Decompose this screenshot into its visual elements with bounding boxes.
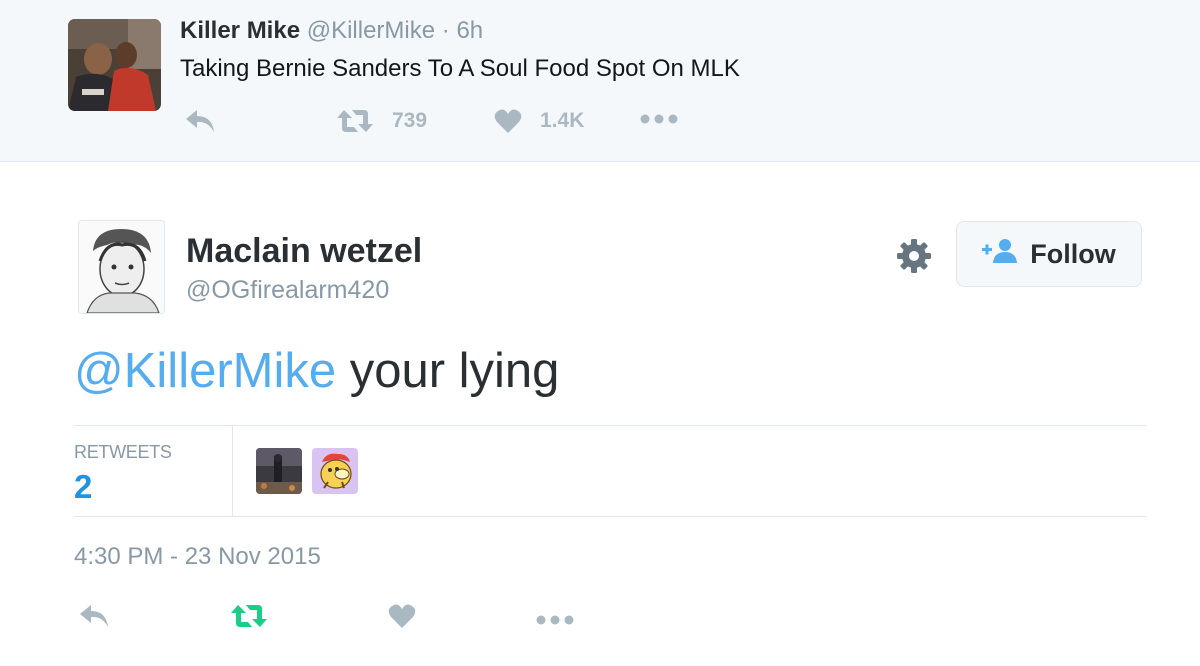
heart-icon bbox=[388, 603, 416, 629]
author-name[interactable]: Maclain wetzel bbox=[186, 232, 422, 271]
retweet-icon bbox=[230, 603, 268, 629]
parent-author-name[interactable]: Killer Mike bbox=[180, 17, 300, 44]
tweet-action-bar bbox=[74, 603, 594, 637]
separator-dot: · bbox=[441, 17, 450, 44]
reply-button[interactable] bbox=[78, 603, 110, 629]
killer-mike-avatar[interactable] bbox=[68, 19, 161, 111]
parent-reply-button[interactable] bbox=[184, 108, 216, 134]
follow-button[interactable]: Follow bbox=[956, 221, 1142, 287]
follow-label: Follow bbox=[1030, 238, 1116, 269]
retweets-count[interactable]: 2 bbox=[74, 468, 92, 506]
parent-retweet-count: 739 bbox=[392, 109, 428, 132]
heart-icon bbox=[494, 108, 522, 134]
tweet-timestamp: 4:30 PM - 23 Nov 2015 bbox=[74, 543, 321, 570]
stats-divider bbox=[232, 426, 233, 516]
tweet-stats: RETWEETS 2 bbox=[74, 425, 1146, 517]
reply-icon bbox=[78, 603, 110, 629]
reply-icon bbox=[184, 108, 216, 134]
gear-icon[interactable] bbox=[895, 237, 933, 275]
parent-retweet-button[interactable]: 739 bbox=[336, 108, 427, 134]
more-icon bbox=[640, 112, 678, 126]
tweet-body: your lying bbox=[336, 344, 560, 398]
mention-link[interactable]: @KillerMike bbox=[74, 344, 336, 398]
retweet-button[interactable] bbox=[230, 603, 268, 629]
parent-tweet-header: Killer Mike @KillerMike · 6h bbox=[180, 17, 483, 45]
author-avatar[interactable] bbox=[78, 220, 165, 314]
more-icon bbox=[536, 613, 574, 627]
parent-timestamp[interactable]: 6h bbox=[456, 17, 483, 44]
parent-like-button[interactable]: 1.4K bbox=[494, 108, 584, 134]
parent-more-button[interactable] bbox=[640, 112, 678, 126]
parent-tweet[interactable]: Killer Mike @KillerMike · 6h Taking Bern… bbox=[0, 0, 1200, 162]
more-button[interactable] bbox=[536, 613, 574, 627]
retweets-label: RETWEETS bbox=[74, 442, 172, 462]
parent-like-count: 1.4K bbox=[540, 109, 585, 132]
retweet-icon bbox=[336, 108, 374, 134]
parent-author-handle[interactable]: @KillerMike bbox=[307, 17, 435, 44]
author-handle[interactable]: @OGfirealarm420 bbox=[186, 276, 389, 305]
tweet-text: @KillerMike your lying bbox=[74, 343, 559, 399]
parent-tweet-text: Taking Bernie Sanders To A Soul Food Spo… bbox=[180, 55, 740, 82]
retweeter-avatar[interactable] bbox=[312, 448, 358, 494]
retweeter-avatar[interactable] bbox=[256, 448, 302, 494]
add-user-icon bbox=[982, 238, 1018, 271]
like-button[interactable] bbox=[388, 603, 416, 629]
